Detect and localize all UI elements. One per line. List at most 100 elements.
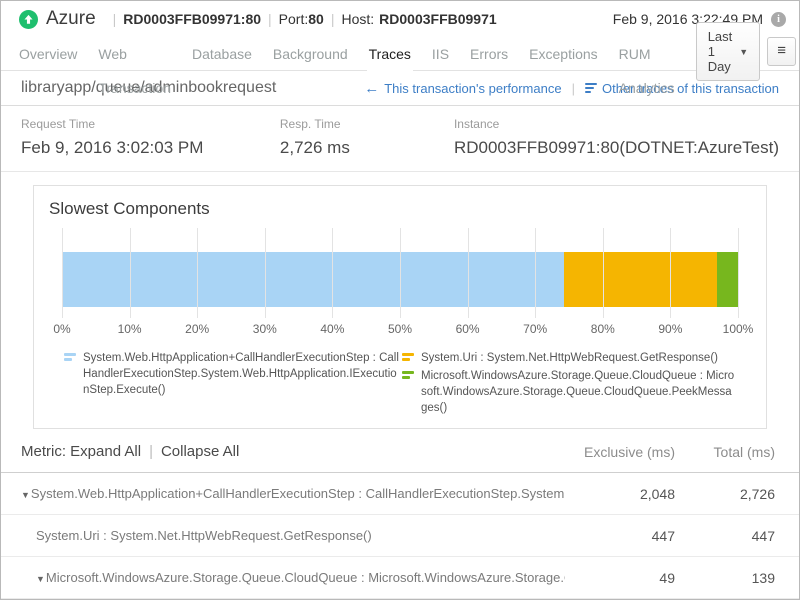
gridline <box>400 228 401 318</box>
trace-list-icon <box>585 83 597 93</box>
x-tick-label: 90% <box>658 322 682 336</box>
metric-name: Microsoft.WindowsAzure.Storage.Queue.Clo… <box>46 570 565 585</box>
legend-item: Microsoft.WindowsAzure.Storage.Queue.Clo… <box>400 368 738 416</box>
tab-list: Overview Web Transaction Database Backgroun… <box>19 37 696 71</box>
total-ms-value: 447 <box>675 528 775 544</box>
app-window: Azure | RD0003FFB09971:80 | Port:80 | Ho… <box>0 0 800 600</box>
exclusive-column-header: Exclusive (ms) <box>565 444 675 460</box>
collapse-caret-icon[interactable]: ▼ <box>36 574 45 584</box>
bar-segment[interactable] <box>717 252 738 307</box>
time-range-label: Last 1 Day <box>708 29 733 74</box>
request-time-label: Request Time <box>21 117 280 131</box>
chart-title: Slowest Components <box>34 199 766 219</box>
legend-swatch-icon <box>402 371 414 379</box>
header: Azure | RD0003FFB09971:80 | Port:80 | Ho… <box>1 1 799 37</box>
header-separator: | <box>268 11 272 27</box>
transaction-performance-link[interactable]: ← This transaction's performance <box>364 80 561 97</box>
x-tick-label: 70% <box>523 322 547 336</box>
other-traces-link[interactable]: Other traces of this transaction <box>585 81 779 96</box>
legend-swatch-icon <box>64 353 76 361</box>
chart-legend: System.Web.HttpApplication+CallHandlerEx… <box>34 350 766 418</box>
header-port-value: 80 <box>308 11 324 27</box>
table-row[interactable]: System.Uri : System.Net.HttpWebRequest.G… <box>1 515 799 557</box>
total-column-header: Total (ms) <box>675 444 775 460</box>
legend-label: Microsoft.WindowsAzure.Storage.Queue.Clo… <box>421 368 738 416</box>
expand-all-button[interactable]: Expand All <box>70 443 141 460</box>
gridline <box>603 228 604 318</box>
chevron-down-icon: ▼ <box>739 47 748 57</box>
gridline <box>62 228 63 318</box>
x-tick-label: 50% <box>388 322 412 336</box>
legend-item: System.Uri : System.Net.HttpWebRequest.G… <box>400 350 738 366</box>
legend-item: System.Web.HttpApplication+CallHandlerEx… <box>62 350 400 398</box>
tab-iis[interactable]: IIS <box>432 37 449 71</box>
header-pipe: | <box>149 443 153 460</box>
instance-value: RD0003FFB09971:80(DOTNET:AzureTest) <box>454 138 779 158</box>
gridline <box>265 228 266 318</box>
transaction-performance-label: This transaction's performance <box>384 81 561 96</box>
tab-exceptions[interactable]: Exceptions <box>529 37 597 71</box>
table-row[interactable]: ▼System.Web.HttpApplication+CallHandlerE… <box>1 473 799 515</box>
x-tick-label: 100% <box>723 322 754 336</box>
app-status-icon <box>19 10 38 29</box>
x-tick-label: 80% <box>591 322 615 336</box>
header-separator: | <box>331 11 335 27</box>
header-separator: | <box>113 11 117 27</box>
header-host-value: RD0003FFB09971 <box>379 11 497 27</box>
metric-label: Metric: <box>21 443 66 460</box>
bar-segment[interactable] <box>62 252 564 307</box>
legend-label: System.Web.HttpApplication+CallHandlerEx… <box>83 350 400 398</box>
tab-database[interactable]: Database <box>192 37 252 71</box>
bar-segment[interactable] <box>564 252 717 307</box>
menu-button[interactable]: ≡ <box>767 37 796 66</box>
resp-time-value: 2,726 ms <box>280 138 454 158</box>
exclusive-ms-value: 447 <box>565 528 675 544</box>
gridline <box>468 228 469 318</box>
back-arrow-icon: ← <box>364 80 379 97</box>
slowest-components-panel: Slowest Components 0% 10% 20% 30% 40% 50% 60% 7… <box>33 185 767 429</box>
legend-swatch-icon <box>402 353 414 361</box>
stacked-bar-chart: 0%10%20%30%40%50%60%70%80%90%100% <box>62 228 738 336</box>
x-tick-label: 30% <box>253 322 277 336</box>
instance-label: Instance <box>454 117 779 131</box>
x-tick-label: 20% <box>185 322 209 336</box>
header-host-label: Host: <box>341 11 374 27</box>
resp-time-label: Resp. Time <box>280 117 454 131</box>
nav-tabs: Overview Web Transaction Database Backgroun… <box>1 37 799 71</box>
collapse-caret-icon[interactable]: ▼ <box>21 490 30 500</box>
tab-traces[interactable]: Traces <box>369 37 411 71</box>
header-port-label: Port: <box>279 11 309 27</box>
gridline <box>738 228 739 318</box>
time-range-button[interactable]: Last 1 Day ▼ <box>696 22 761 81</box>
header-instance: RD0003FFB09971:80 <box>123 11 261 27</box>
metric-name: System.Uri : System.Net.HttpWebRequest.G… <box>36 528 372 543</box>
x-tick-label: 40% <box>320 322 344 336</box>
gridline <box>197 228 198 318</box>
x-tick-label: 60% <box>456 322 480 336</box>
tab-web-transaction[interactable]: Web Transaction <box>98 37 171 71</box>
table-row[interactable]: ▼Microsoft.WindowsAzure.Storage.Queue.Cl… <box>1 557 799 599</box>
metric-table-body: ▼System.Web.HttpApplication+CallHandlerE… <box>1 473 799 600</box>
link-separator: | <box>572 81 575 96</box>
collapse-all-button[interactable]: Collapse All <box>161 443 239 460</box>
gridline <box>130 228 131 318</box>
trace-summary: Request Time Feb 9, 2016 3:02:03 PM Resp… <box>1 106 799 172</box>
x-tick-label: 10% <box>118 322 142 336</box>
tab-overview[interactable]: Overview <box>19 37 77 71</box>
gridline <box>535 228 536 318</box>
total-ms-value: 139 <box>675 570 775 586</box>
exclusive-ms-value: 2,048 <box>565 486 675 502</box>
request-time-value: Feb 9, 2016 3:02:03 PM <box>21 138 280 158</box>
tab-rum-analytics[interactable]: RUM Analytics <box>619 37 675 71</box>
legend-label: System.Uri : System.Net.HttpWebRequest.G… <box>421 350 718 366</box>
metric-name: System.Web.HttpApplication+CallHandlerEx… <box>31 486 565 501</box>
app-name[interactable]: Azure <box>46 8 96 30</box>
tab-errors[interactable]: Errors <box>470 37 508 71</box>
tab-background[interactable]: Background <box>273 37 348 71</box>
metric-table-header: Metric: Expand All | Collapse All Exclus… <box>1 429 799 473</box>
total-ms-value: 2,726 <box>675 486 775 502</box>
x-tick-label: 0% <box>53 322 70 336</box>
gridline <box>332 228 333 318</box>
gridline <box>670 228 671 318</box>
exclusive-ms-value: 49 <box>565 570 675 586</box>
